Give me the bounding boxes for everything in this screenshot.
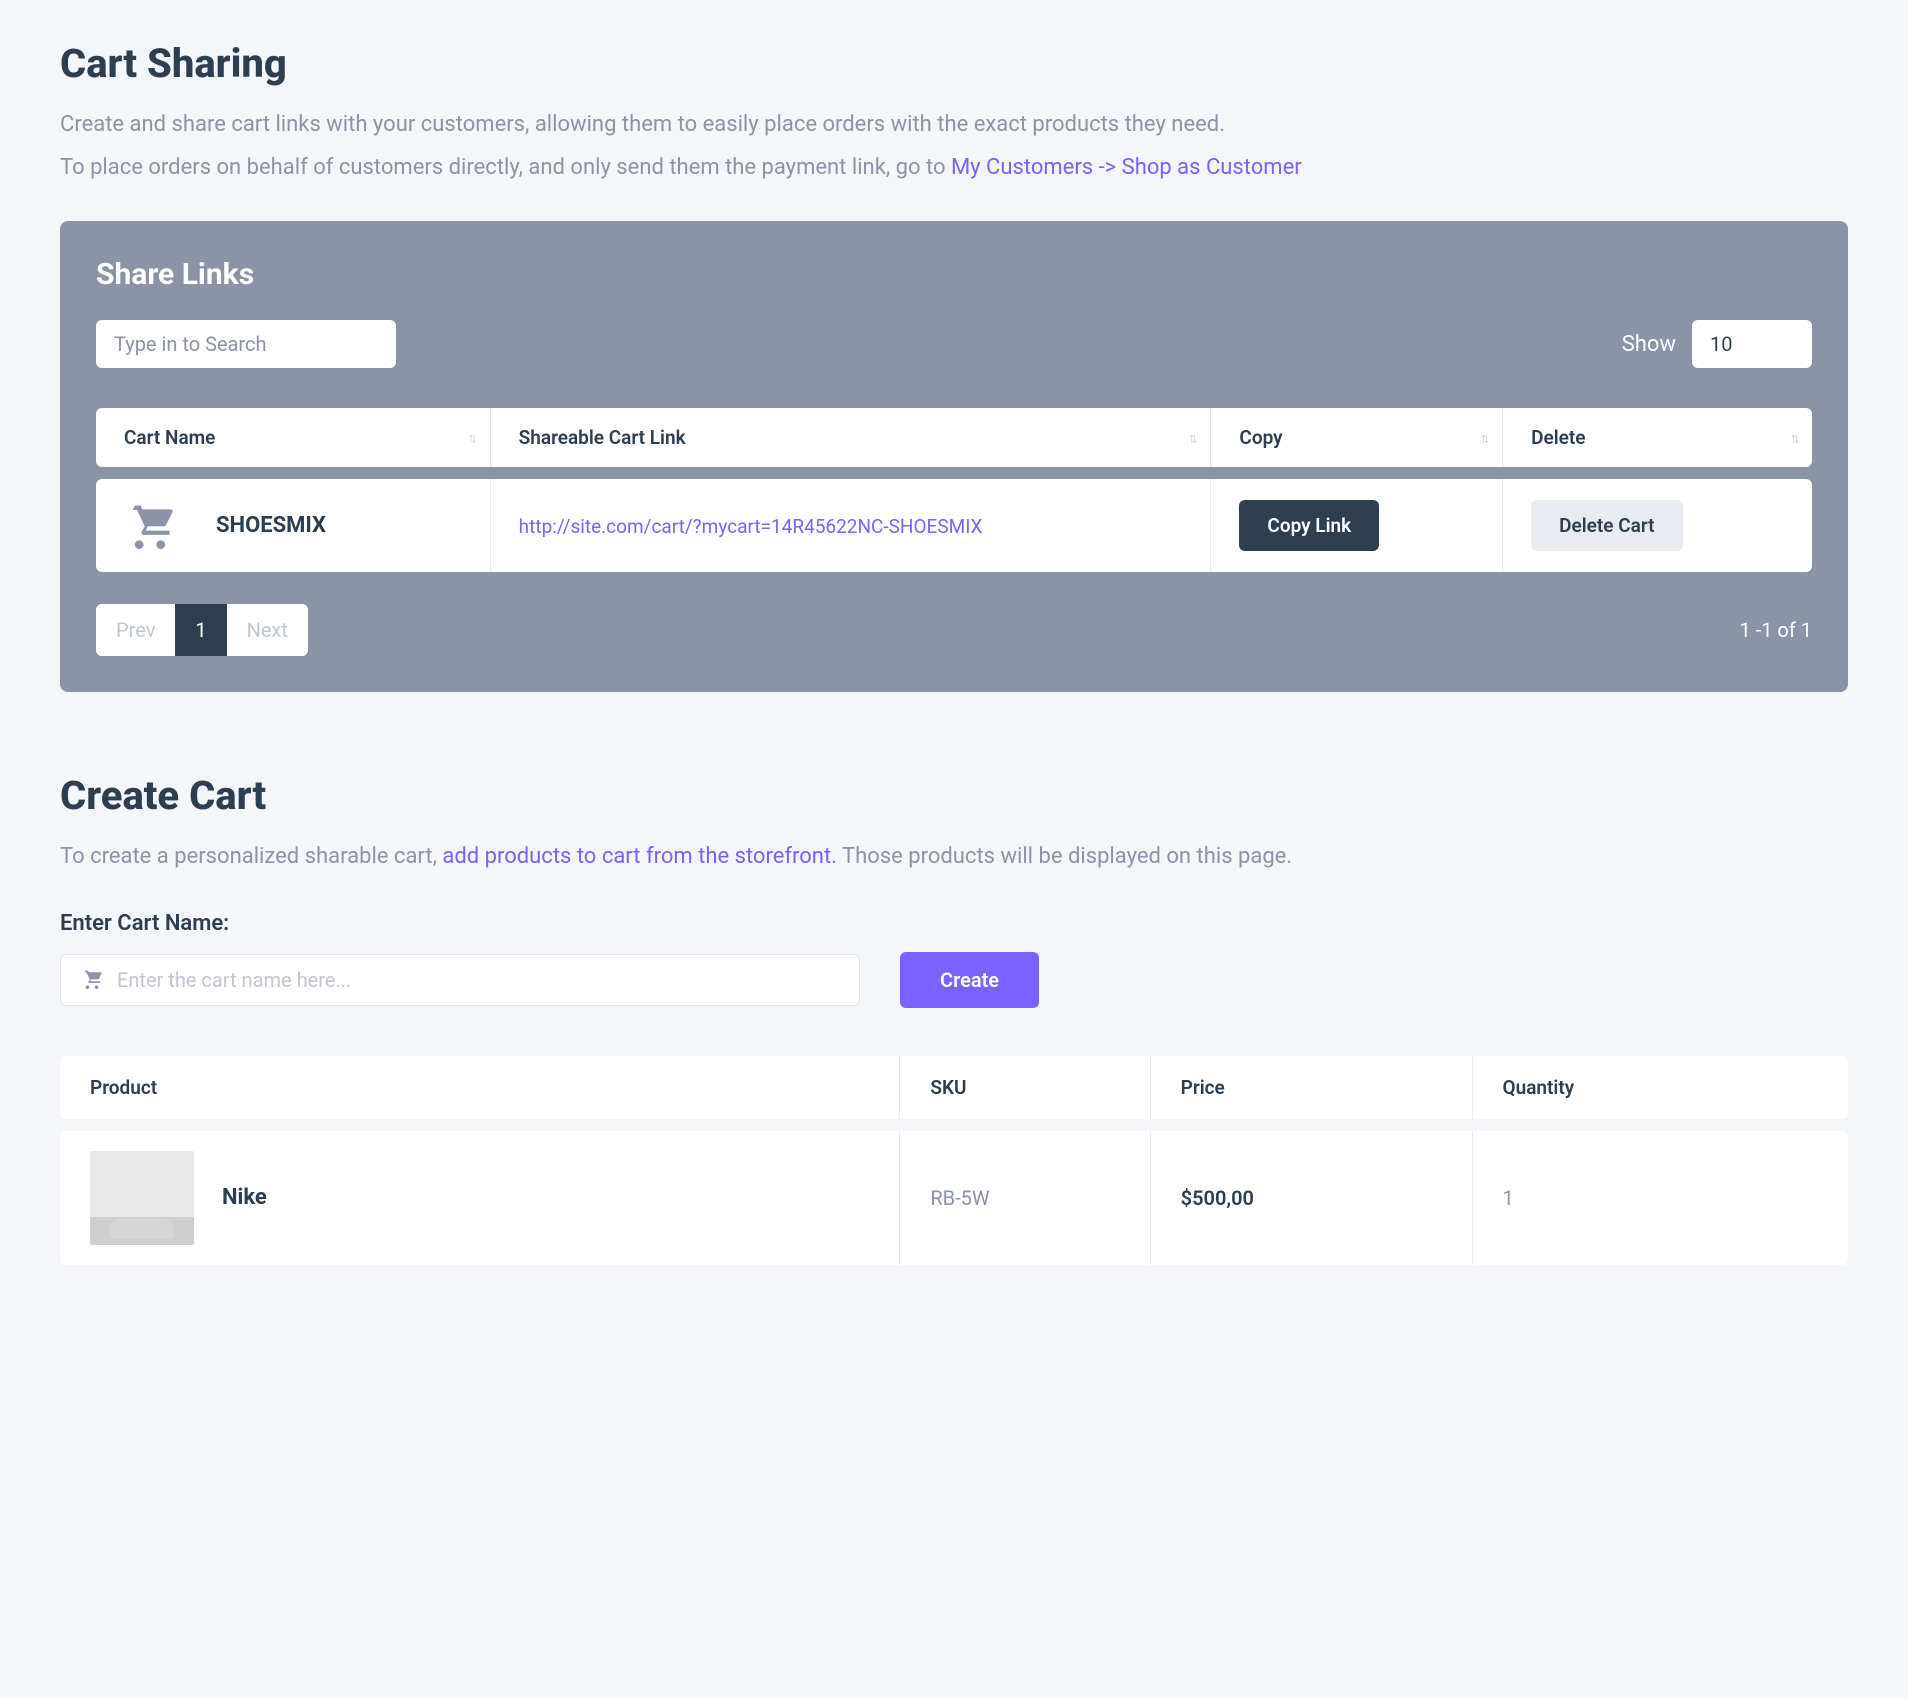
search-input[interactable] [96,320,396,368]
cart-icon [124,497,176,554]
sort-icon: ↑↓ [1790,429,1796,446]
page-info: 1 -1 of 1 [1740,618,1813,642]
sort-icon: ↑↓ [1188,429,1194,446]
sort-icon: ↑↓ [468,429,474,446]
show-count-input[interactable] [1692,320,1812,368]
product-price: $500,00 [1151,1131,1473,1265]
cart-name-label: Enter Cart Name: [60,911,1848,936]
page-1-button[interactable]: 1 [175,604,226,656]
show-label: Show [1622,332,1676,357]
cart-name-input[interactable] [117,968,839,992]
panel-title: Share Links [96,257,1812,292]
col-delete[interactable]: Delete↑↓ [1503,408,1812,467]
col-price: Price [1151,1056,1473,1119]
create-cart-subtext: To create a personalized sharable cart, … [60,839,1848,874]
page-subtext-1: Create and share cart links with your cu… [60,107,1848,142]
copy-link-button[interactable]: Copy Link [1239,500,1379,551]
page-subtext-2: To place orders on behalf of customers d… [60,150,1848,185]
create-button[interactable]: Create [900,952,1039,1008]
col-cart-link[interactable]: Shareable Cart Link↑↓ [491,408,1212,467]
my-customers-link[interactable]: My Customers -> Shop as Customer [951,155,1302,180]
pagination: Prev 1 Next [96,604,308,656]
product-row: Nike RB-5W $500,00 1 [60,1131,1848,1265]
create-cart-title: Create Cart [60,772,1848,819]
cart-link-value[interactable]: http://site.com/cart/?mycart=14R45622NC-… [519,515,983,538]
cart-name-input-wrapper [60,954,860,1006]
col-copy[interactable]: Copy↑↓ [1211,408,1503,467]
product-table: Product SKU Price Quantity Nike RB-5W $5… [60,1044,1848,1277]
col-quantity: Quantity [1473,1056,1849,1119]
add-products-link[interactable]: add products to cart from the storefront… [442,844,837,869]
share-links-table: Cart Name↑↓ Shareable Cart Link↑↓ Copy↑↓… [96,396,1812,584]
product-image [90,1151,194,1245]
col-sku: SKU [900,1056,1150,1119]
page-subtext-2-prefix: To place orders on behalf of customers d… [60,155,951,180]
page-title: Cart Sharing [60,40,1848,87]
product-sku: RB-5W [900,1131,1150,1265]
cart-icon [81,967,103,993]
product-qty: 1 [1473,1131,1849,1265]
prev-button[interactable]: Prev [96,604,175,656]
table-row: SHOESMIX http://site.com/cart/?mycart=14… [96,479,1812,572]
share-links-panel: Share Links Show Cart Name↑↓ Shareable C… [60,221,1848,692]
col-cart-name[interactable]: Cart Name↑↓ [96,408,491,467]
sort-icon: ↑↓ [1480,429,1486,446]
col-product: Product [60,1056,900,1119]
delete-cart-button[interactable]: Delete Cart [1531,500,1682,551]
cart-name-value: SHOESMIX [216,513,326,538]
product-name: Nike [222,1185,267,1210]
next-button[interactable]: Next [227,604,308,656]
